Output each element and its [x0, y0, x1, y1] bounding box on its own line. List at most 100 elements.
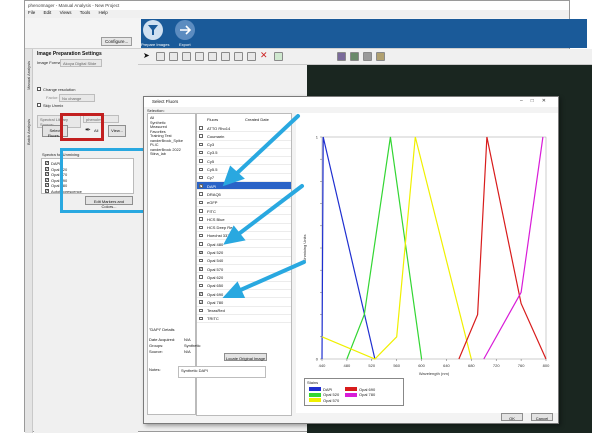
fluor-checkbox-opal-780[interactable]: [199, 300, 203, 304]
fluor-checkbox-cy3[interactable]: [199, 142, 203, 147]
fluor-row-hoechst-33342[interactable]: Hoechst 33342: [197, 232, 291, 241]
fluor-checkbox-cy7[interactable]: [199, 175, 203, 180]
tree-item-plic[interactable]: PLIC: [150, 143, 158, 147]
spectra-check-autofluorescence[interactable]: [45, 188, 49, 194]
menu-tools[interactable]: Tools: [80, 10, 91, 15]
fluor-checkbox-hoechst-33342[interactable]: [199, 233, 203, 238]
spectra-check-opal-690[interactable]: [45, 177, 49, 183]
change-resolution-checkbox[interactable]: [37, 87, 41, 91]
tab-manual-analysis[interactable]: Manual Analysis: [26, 61, 31, 90]
fluor-row-cy5-5[interactable]: Cy5.5: [197, 166, 291, 174]
menu-views[interactable]: Views: [60, 10, 72, 15]
fluor-row-hcs-blue[interactable]: HCS Blue: [197, 215, 291, 224]
fluor-checkbox-dapi[interactable]: [199, 183, 203, 188]
composite-view-icon[interactable]: [337, 52, 346, 61]
fluor-row-opal-620[interactable]: Opal 620: [197, 273, 291, 282]
zoom-out-icon[interactable]: [182, 52, 191, 61]
image-format-select[interactable]: Akoya Digital Slide: [60, 59, 102, 67]
fluor-row-hcs-deep-red[interactable]: HCS Deep Red: [197, 224, 291, 232]
fluor-row-egfp[interactable]: eGFP: [197, 199, 291, 207]
pointer-icon[interactable]: ➤: [143, 51, 152, 60]
fluor-checkbox-opal-650[interactable]: [199, 283, 203, 288]
cancel-button[interactable]: Cancel: [531, 413, 553, 421]
fluor-row-atto-rho14[interactable]: ATTO Rho14: [197, 124, 291, 133]
fluor-checkbox-opal-540[interactable]: [199, 258, 203, 263]
menu-file[interactable]: File: [28, 10, 35, 15]
tree-item-training-test[interactable]: Training Test: [150, 134, 172, 138]
fluor-row-opal-520[interactable]: Opal 520: [197, 249, 291, 257]
tree-item-favorites[interactable]: Favorites: [150, 130, 166, 134]
fluor-row-dapi[interactable]: DAPI: [197, 182, 291, 191]
copy-icon[interactable]: [234, 52, 243, 61]
paste-icon[interactable]: [247, 52, 256, 61]
fluors-column-header[interactable]: Fluors: [207, 117, 218, 122]
fluor-row-texasred[interactable]: TexasRed: [197, 307, 291, 315]
tree-item-stina-lab[interactable]: Stina_lab: [150, 152, 166, 156]
fluor-row-cy7[interactable]: Cy7: [197, 174, 291, 183]
configure-button[interactable]: Configure...: [101, 37, 133, 46]
fluor-checkbox-coumarin[interactable]: [199, 134, 203, 138]
fluor-row-coumarin[interactable]: Coumarin: [197, 132, 291, 141]
grayscale-view-icon[interactable]: [363, 52, 372, 61]
tab-batch-analysis[interactable]: Batch Analysis: [26, 119, 31, 145]
fluor-checkbox-tritc[interactable]: [199, 316, 203, 321]
fluor-row-tritc[interactable]: TRITC: [197, 315, 291, 324]
factor-select[interactable]: No change: [59, 94, 95, 102]
region-icon[interactable]: [221, 52, 230, 61]
spectra-check-opal-520[interactable]: [45, 166, 49, 172]
tree-item-measured[interactable]: Measured: [150, 125, 167, 129]
fluor-checkbox-texasred[interactable]: [199, 308, 203, 313]
fluor-checkbox-atto-rho14[interactable]: [199, 126, 203, 130]
created-date-column-header[interactable]: Created Date: [245, 117, 269, 122]
export-icon[interactable]: [175, 20, 195, 40]
pan-icon[interactable]: [156, 52, 165, 61]
brush-icon[interactable]: [274, 52, 283, 61]
dialog-window-controls[interactable]: –□✕: [520, 98, 554, 104]
fluor-row-opal-570[interactable]: Opal 570: [197, 265, 291, 274]
fluor-row-opal-540[interactable]: Opal 540: [197, 257, 291, 266]
fluor-row-cy3[interactable]: Cy3: [197, 141, 291, 149]
fluor-checkbox-draq5[interactable]: [199, 192, 203, 196]
fluor-checkbox-hcs-deep-red[interactable]: [199, 225, 203, 230]
fluor-row-fitc[interactable]: FITC: [197, 207, 291, 216]
spectra-check-opal-570[interactable]: [45, 171, 49, 177]
prepare-images-icon[interactable]: [143, 20, 163, 40]
fluor-checkbox-opal-620[interactable]: [199, 275, 203, 279]
tree-item-vanderbrock-2022[interactable]: vanderBrock 2022: [150, 148, 181, 152]
fluor-row-opal-780[interactable]: Opal 780: [197, 298, 291, 307]
menu-edit[interactable]: Edit: [44, 10, 52, 15]
fluor-checkbox-opal-570[interactable]: [199, 266, 203, 271]
fluor-checkbox-cy5[interactable]: [199, 159, 203, 163]
fluor-row-opal-650[interactable]: Opal 650: [197, 282, 291, 290]
fluor-row-draq5[interactable]: DRAQ5: [197, 190, 291, 199]
locate-original-image-button[interactable]: Locate Original Image: [224, 353, 267, 361]
spectra-check-opal-780[interactable]: [45, 182, 49, 188]
fit-icon[interactable]: [195, 52, 204, 61]
fluor-checkbox-fitc[interactable]: [199, 209, 203, 213]
fluor-checkbox-egfp[interactable]: [199, 200, 203, 205]
tree-item-vanderbrock-spike[interactable]: vanderBrock_Spike: [150, 139, 183, 143]
fluor-checkbox-cy5-5[interactable]: [199, 167, 203, 171]
fluor-checkbox-opal-520[interactable]: [199, 250, 203, 254]
ok-button[interactable]: OK: [501, 413, 523, 421]
fluor-checkbox-cy3-5[interactable]: [199, 150, 203, 155]
fluor-checkbox-opal-690[interactable]: [199, 291, 203, 296]
menu-help[interactable]: Help: [99, 10, 108, 15]
fluor-row-opal-480[interactable]: Opal 480: [197, 240, 291, 249]
fluor-row-cy3-5[interactable]: Cy3.5: [197, 149, 291, 158]
tree-item-synthetic[interactable]: Synthetic: [150, 121, 166, 125]
delete-icon[interactable]: ✕: [260, 50, 269, 60]
notes-field[interactable]: Synthetic DAPI: [178, 366, 266, 378]
histogram-view-icon[interactable]: [376, 52, 385, 61]
fluor-row-cy5[interactable]: Cy5: [197, 157, 291, 166]
zoom-in-icon[interactable]: [169, 52, 178, 61]
draw-icon[interactable]: [208, 52, 217, 61]
tree-item-all[interactable]: All: [150, 116, 154, 120]
fluor-row-opal-690[interactable]: Opal 690: [197, 290, 291, 299]
channel-view-icon[interactable]: [350, 52, 359, 61]
fluor-checkbox-opal-480[interactable]: [199, 242, 203, 246]
view-button[interactable]: View...: [108, 125, 126, 137]
skip-unmix-checkbox[interactable]: [37, 103, 41, 107]
fluor-checkbox-hcs-blue[interactable]: [199, 217, 203, 221]
spectra-check-dapi[interactable]: [45, 160, 49, 166]
